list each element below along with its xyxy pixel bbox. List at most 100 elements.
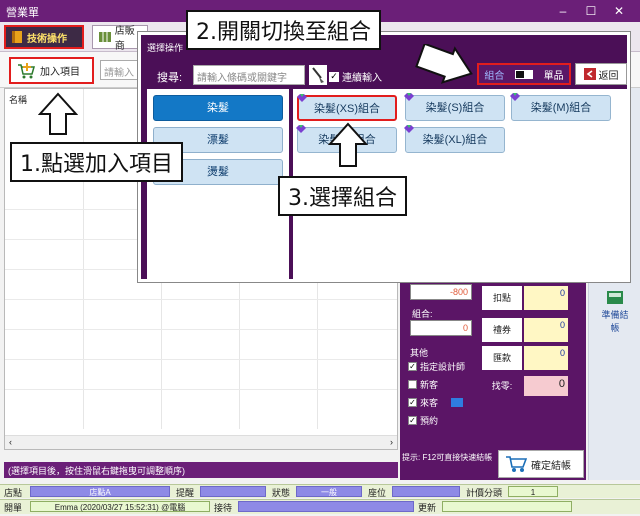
- register-icon: [607, 291, 623, 304]
- checkbox-icon: ✓: [408, 416, 417, 425]
- timer-value: 1: [508, 486, 558, 497]
- store-value: 店點A: [30, 486, 170, 497]
- change-label: 找零:: [482, 376, 522, 396]
- cart-add-icon: [18, 62, 35, 78]
- check-visit[interactable]: ✓ 來客: [408, 396, 464, 409]
- remit-label: 匯款: [482, 346, 522, 370]
- gem-icon: [297, 94, 307, 102]
- seat-label: 座位: [368, 488, 387, 498]
- minimize-button[interactable]: –: [550, 2, 576, 20]
- category-dye[interactable]: 染髮: [153, 95, 283, 121]
- close-button[interactable]: ✕: [606, 2, 632, 20]
- open-value: Emma (2020/03/27 15:52:31) @電腦: [30, 501, 210, 512]
- checkbox-icon: ✓: [408, 362, 417, 371]
- mode-single-label: 單品: [543, 70, 564, 82]
- item-dye-xl-combo[interactable]: 染髮(XL)組合: [404, 125, 505, 153]
- state-value: 一般: [296, 486, 362, 497]
- select-operation-dialog: 選擇操作 搜尋: 請輸入條碼或關鍵字 ✓ 連續輸入 組合 單品 返回 染髮 漂髮…: [138, 32, 630, 282]
- f12-hint: 提示: F12可直接快速結帳: [402, 453, 493, 462]
- gem-icon: [404, 125, 414, 133]
- checkout-button[interactable]: 確定結帳: [498, 450, 584, 478]
- continuous-input-checkbox[interactable]: ✓ 連續輸入: [329, 69, 382, 84]
- timer-label: 計價分頭: [466, 488, 503, 498]
- gem-icon: [296, 125, 306, 133]
- add-item-label: 加入項目: [40, 67, 80, 78]
- gem-icon: [510, 93, 520, 101]
- check-new-customer[interactable]: 新客: [408, 378, 438, 391]
- row-divider: [5, 389, 397, 390]
- remit-field[interactable]: 0: [524, 346, 568, 370]
- store-label: 店點: [4, 488, 23, 498]
- open-label: 開單: [4, 503, 23, 513]
- info-icon[interactable]: [451, 398, 464, 407]
- seat-value: [392, 486, 460, 497]
- callout-step2: 2.開關切換至組合: [186, 10, 381, 50]
- checkbox-icon: ✓: [408, 398, 417, 407]
- cart-checkout-icon: [506, 456, 527, 472]
- horizontal-scrollbar[interactable]: ‹ ›: [5, 435, 397, 449]
- callout-step3: 3.選擇組合: [278, 176, 407, 216]
- dialog-title: 選擇操作: [147, 43, 184, 53]
- maximize-button[interactable]: ☐: [578, 2, 604, 20]
- shelf-icon: [99, 32, 111, 42]
- deduct-field[interactable]: 0: [524, 286, 568, 310]
- update-value: [442, 501, 572, 512]
- add-item-button[interactable]: 加入項目: [9, 57, 94, 84]
- drag-hint: (選擇項目後，按住滑鼠右鍵拖曳可調整順序): [4, 462, 398, 478]
- voucher-field[interactable]: 0: [524, 318, 568, 342]
- item-dye-xs-combo[interactable]: 染髮(XS)組合: [297, 94, 397, 121]
- checkbox-icon: ✓: [329, 70, 339, 82]
- voucher-label: 禮券: [482, 318, 522, 342]
- combo-field[interactable]: 0: [410, 320, 472, 336]
- callout-step1: 1.點選加入項目: [10, 142, 183, 182]
- checkout-label: 確定結帳: [531, 460, 571, 472]
- state-label: 狀態: [272, 488, 291, 498]
- row-divider: [5, 359, 397, 360]
- item-dye-s-combo[interactable]: 染髮(S)組合: [404, 93, 505, 121]
- column-divider: [83, 89, 84, 429]
- reception-value: [238, 501, 414, 512]
- status-bar-bottom: 開單 Emma (2020/03/27 15:52:31) @電腦 接待 更新: [0, 499, 640, 514]
- tab-tech-label: 技術操作: [27, 33, 67, 45]
- search-input[interactable]: 請輸入條碼或關鍵字: [193, 65, 305, 85]
- ready-label: 準備結帳: [601, 310, 629, 333]
- discount-field[interactable]: -800: [410, 284, 472, 300]
- mode-toggle-switch[interactable]: 組合 單品: [477, 63, 571, 85]
- gem-icon: [404, 93, 414, 101]
- ready-checkout-button[interactable]: 準備結帳: [599, 288, 631, 334]
- list-header-name: 名稱: [9, 95, 28, 105]
- window-title: 營業單: [6, 7, 39, 19]
- scroll-left-icon[interactable]: ‹: [9, 437, 12, 447]
- remind-value: [200, 486, 266, 497]
- back-label: 返回: [598, 70, 619, 82]
- item-dye-m-combo[interactable]: 染髮(M)組合: [510, 93, 611, 121]
- mode-combo-label: 組合: [484, 70, 505, 82]
- deduct-label: 扣點: [482, 286, 522, 310]
- back-arrow-icon: [583, 68, 596, 80]
- reception-label: 接待: [214, 503, 233, 513]
- other-label: 其他: [410, 348, 429, 358]
- remind-label: 提醒: [176, 488, 195, 498]
- status-bar-top: 店點 店點A 提醒 狀態 一般 座位 計價分頭 1: [0, 484, 640, 498]
- check-designated[interactable]: ✓ 指定設計師: [408, 360, 465, 373]
- category-list: 染髮 漂髮 燙髮: [147, 89, 289, 279]
- back-button[interactable]: 返回: [575, 63, 627, 85]
- combo-label: 組合:: [412, 309, 433, 319]
- toggle-icon[interactable]: [514, 69, 533, 79]
- app-window: 營業單 – ☐ ✕ 技術操作 店販商 加入項目 請輸入 名稱 ‹ › (選擇項目…: [0, 0, 640, 516]
- row-divider: [5, 329, 397, 330]
- arrow-step1-icon: [38, 92, 78, 135]
- clear-brush-icon[interactable]: [309, 65, 327, 85]
- tab-tech-operations[interactable]: 技術操作: [4, 25, 84, 49]
- row-divider: [5, 299, 397, 300]
- checkbox-icon: [408, 380, 417, 389]
- search-label: 搜尋:: [157, 72, 183, 84]
- arrow-step2-icon: [415, 44, 473, 84]
- update-label: 更新: [418, 503, 437, 513]
- continuous-label: 連續輸入: [342, 73, 382, 84]
- scroll-right-icon[interactable]: ›: [390, 437, 393, 447]
- arrow-step3-icon: [328, 122, 368, 167]
- change-field: 0: [524, 376, 568, 396]
- check-reservation[interactable]: ✓ 預約: [408, 414, 438, 427]
- book-icon: [12, 31, 22, 43]
